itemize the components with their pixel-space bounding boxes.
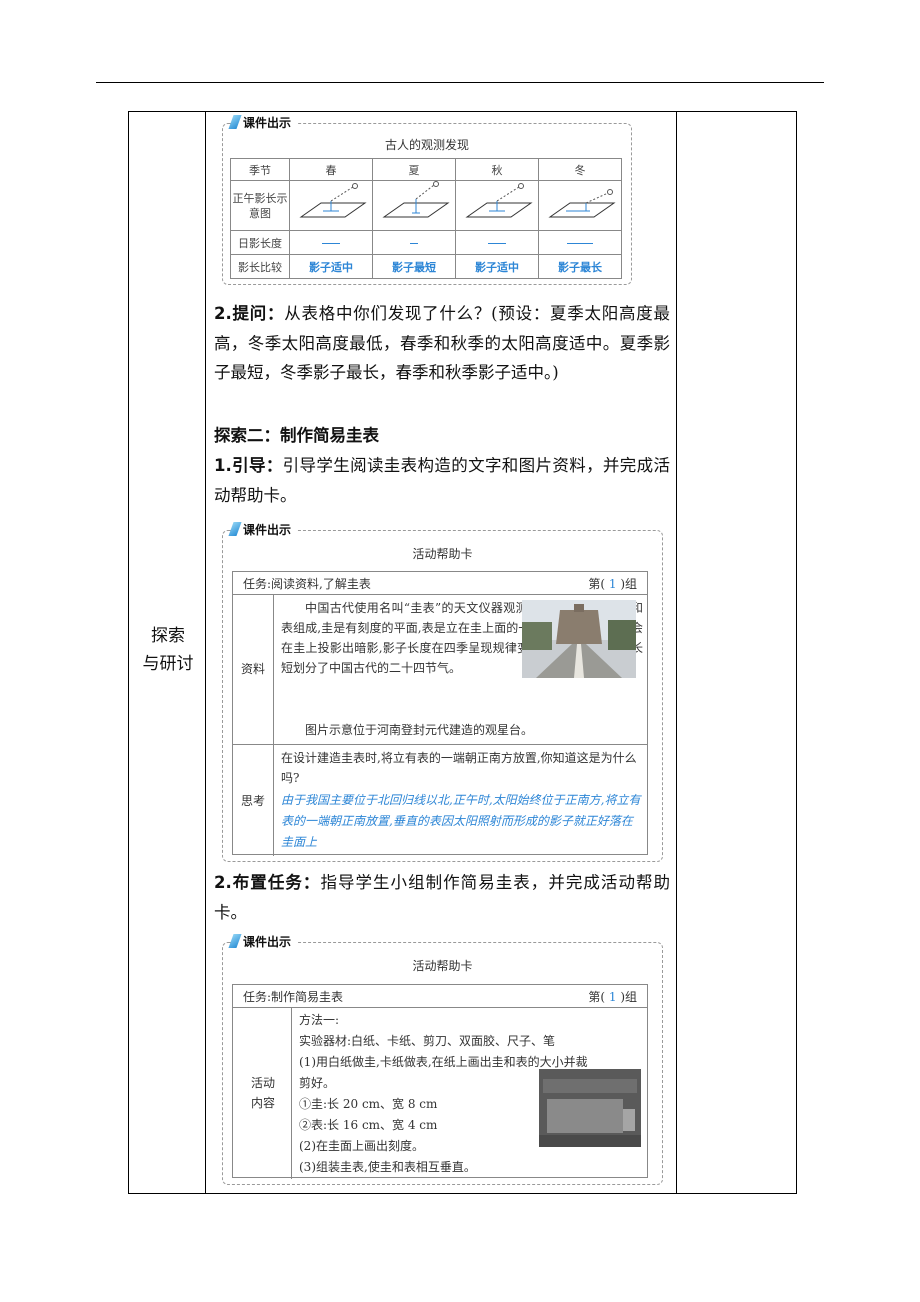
stage-label: 探索 与研讨 bbox=[130, 622, 206, 678]
shadow-diagram-summer bbox=[372, 180, 456, 231]
think-question: 在设计建造圭表时,将立有表的一端朝正南方放置,你知道这是为什么吗? bbox=[281, 751, 637, 785]
header-winter: 冬 bbox=[538, 158, 622, 181]
header-spring: 春 bbox=[289, 158, 373, 181]
length-summer bbox=[372, 230, 456, 255]
materials-line: 实验器材:白纸、卡纸、剪刀、双面胶、尺子、笔 bbox=[299, 1034, 556, 1048]
panel-title: 活动帮助卡 bbox=[412, 959, 473, 973]
help-card-reading: 任务:阅读资料,了解圭表 第( 1 )组 资料 中国古代使用名叫“圭表”的天文仪… bbox=[232, 571, 648, 856]
row-label-compare: 影长比较 bbox=[230, 254, 290, 279]
question-label: 2.提问： bbox=[214, 304, 285, 323]
panel-title: 活动帮助卡 bbox=[412, 547, 473, 561]
courseware-tag: 课件出示 bbox=[231, 114, 298, 131]
guide-label: 1.引导： bbox=[214, 456, 283, 475]
task-text: 任务:阅读资料,了解圭表 bbox=[243, 577, 371, 591]
row-label-length: 日影长度 bbox=[230, 230, 290, 255]
stage-label-line2: 与研讨 bbox=[142, 654, 194, 674]
compare-winter: 影子最长 bbox=[538, 254, 622, 279]
observation-table: 季节 春 夏 秋 冬 正午影长示意图 日影长度 影长比较 影子适中 影子最短 影… bbox=[230, 158, 622, 279]
material-row: 资料 中国古代使用名叫“圭表”的天文仪器观测日影长度,圭表由圭和表组成,圭是有刻… bbox=[233, 594, 647, 745]
header-season: 季节 bbox=[230, 158, 290, 181]
courseware-tag: 课件出示 bbox=[231, 933, 298, 950]
assign-paragraph: 2.布置任务：指导学生小组制作简易圭表，并完成活动帮助卡。 bbox=[214, 868, 670, 927]
column-divider-right bbox=[676, 111, 677, 1194]
card-divider bbox=[291, 1007, 292, 1179]
header-summer: 夏 bbox=[372, 158, 456, 181]
courseware-tag: 课件出示 bbox=[231, 521, 298, 538]
length-autumn bbox=[455, 230, 539, 255]
panel-title: 古人的观测发现 bbox=[384, 138, 469, 152]
observatory-photo bbox=[522, 600, 636, 678]
task-text: 任务:制作简易圭表 bbox=[243, 990, 344, 1004]
group-number: 第( 1 )组 bbox=[588, 990, 637, 1004]
row-label-diagram: 正午影长示意图 bbox=[230, 180, 290, 231]
step3-line: (3)组装圭表,使圭和表相互垂直。 bbox=[299, 1160, 476, 1174]
header-autumn: 秋 bbox=[455, 158, 539, 181]
think-answer: 由于我国主要位于北回归线以北,正午时,太阳始终位于正南方,将立有表的一端朝正南放… bbox=[281, 793, 641, 849]
length-spring bbox=[289, 230, 373, 255]
shadow-diagram-autumn bbox=[455, 180, 539, 231]
header-rule bbox=[96, 82, 824, 83]
material-caption: 图片示意位于河南登封元代建造的观星台。 bbox=[305, 723, 534, 737]
gnomon-model-photo bbox=[539, 1069, 641, 1147]
shadow-diagram-winter bbox=[538, 180, 622, 231]
task-row: 任务:制作简易圭表 第( 1 )组 bbox=[233, 985, 647, 1008]
section-heading: 探索二：制作简易圭表 bbox=[214, 426, 379, 445]
activity-label: 活动内容 bbox=[250, 1076, 275, 1110]
think-row: 思考 在设计建造圭表时,将立有表的一端朝正南方放置,你知道这是为什么吗? 由于我… bbox=[233, 744, 647, 856]
guide-paragraph: 1.引导：引导学生阅读圭表构造的文字和图片资料，并完成活动帮助卡。 bbox=[214, 451, 670, 510]
help-card-activity: 任务:制作简易圭表 第( 1 )组 活动内容 方法一: 实验器材:白纸、卡纸、剪… bbox=[232, 984, 648, 1179]
question-paragraph: 2.提问：从表格中你们发现了什么？(预设：夏季太阳高度最高，冬季太阳高度最低，春… bbox=[214, 299, 670, 388]
think-label: 思考 bbox=[241, 794, 266, 808]
group-number: 第( 1 )组 bbox=[588, 577, 637, 591]
compare-spring: 影子适中 bbox=[289, 254, 373, 279]
method-line: 方法一: bbox=[299, 1013, 340, 1027]
compare-summer: 影子最短 bbox=[372, 254, 456, 279]
guide-text: 引导学生阅读圭表构造的文字和图片资料，并完成活动帮助卡。 bbox=[214, 456, 670, 505]
length-winter bbox=[538, 230, 622, 255]
shadow-diagram-spring bbox=[289, 180, 373, 231]
assign-label: 2.布置任务： bbox=[214, 873, 321, 892]
task-row: 任务:阅读资料,了解圭表 第( 1 )组 bbox=[233, 572, 647, 595]
material-label: 资料 bbox=[241, 662, 266, 676]
compare-autumn: 影子适中 bbox=[455, 254, 539, 279]
stage-label-line1: 探索 bbox=[151, 626, 185, 646]
